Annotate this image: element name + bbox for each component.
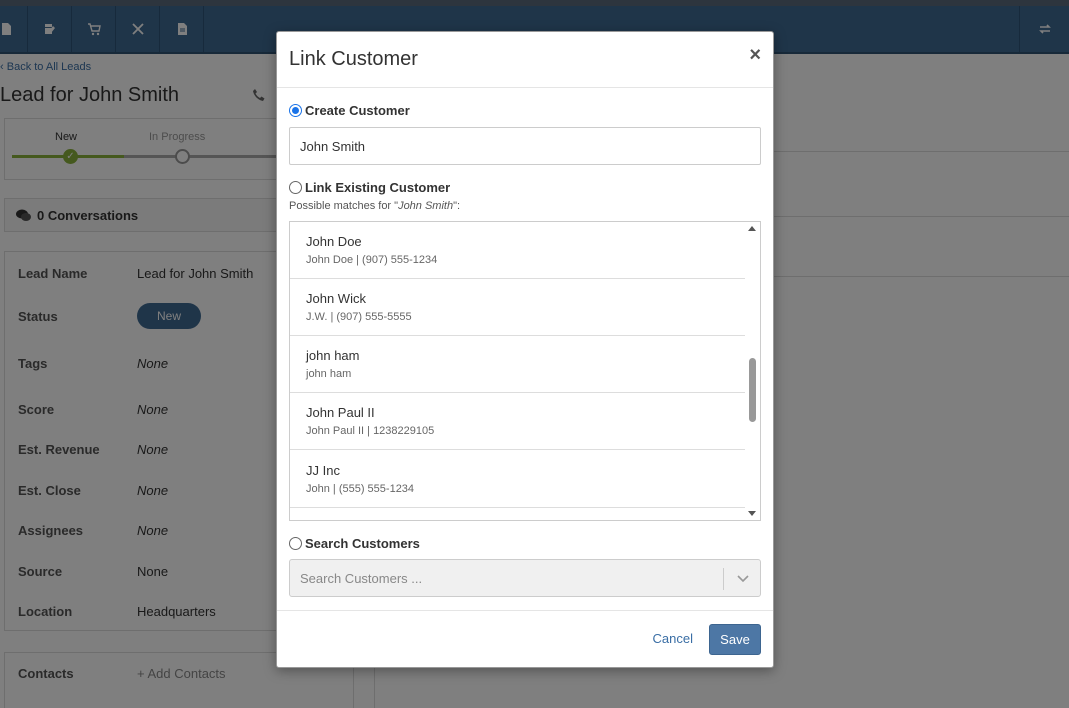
match-detail: john ham: [306, 368, 352, 380]
search-customers-select[interactable]: Search Customers ...: [289, 559, 761, 597]
search-customers-option[interactable]: Search Customers: [289, 536, 420, 551]
list-item[interactable]: John Wick J.W. | (907) 555-5555: [290, 279, 745, 336]
link-existing-option[interactable]: Link Existing Customer: [289, 180, 450, 195]
customer-name-input[interactable]: John Smith: [289, 127, 761, 165]
scroll-up-arrow-icon[interactable]: [748, 226, 756, 231]
search-customers-label: Search Customers: [305, 536, 420, 551]
match-detail: John Doe | (907) 555-1234: [306, 254, 438, 266]
match-detail: John | (555) 555-1234: [306, 483, 415, 495]
modal-footer: Cancel Save: [277, 610, 773, 668]
possible-matches-note: Possible matches for "John Smith":: [289, 200, 460, 212]
matches-suffix: ":: [453, 200, 461, 212]
match-name: john ham: [306, 348, 360, 363]
cancel-button[interactable]: Cancel: [653, 631, 693, 646]
matches-name: John Smith: [398, 200, 454, 212]
match-name: John Paul II: [306, 405, 375, 420]
search-customers-radio[interactable]: [289, 537, 302, 550]
scroll-down-arrow-icon[interactable]: [748, 511, 756, 516]
create-customer-label: Create Customer: [305, 103, 410, 118]
link-existing-label: Link Existing Customer: [305, 180, 451, 195]
close-icon[interactable]: ×: [749, 44, 761, 67]
match-detail: J.W. | (907) 555-5555: [306, 311, 412, 323]
modal-title: Link Customer: [289, 48, 418, 70]
match-name: John Doe: [306, 234, 362, 249]
list-item[interactable]: John Paul II John Paul II | 1238229105: [290, 393, 745, 450]
search-customers-placeholder: Search Customers ...: [300, 571, 423, 586]
list-item[interactable]: John Doe John Doe | (907) 555-1234: [290, 222, 745, 279]
create-customer-option[interactable]: Create Customer: [289, 103, 410, 118]
list-item[interactable]: john ham john ham: [290, 336, 745, 393]
match-detail: John Paul II | 1238229105: [306, 425, 435, 437]
match-name: JJ Inc: [306, 463, 340, 478]
link-customer-modal: Link Customer × Create Customer John Smi…: [276, 31, 774, 668]
link-existing-radio[interactable]: [289, 181, 302, 194]
list-scrollbar[interactable]: [745, 222, 760, 520]
chevron-down-icon[interactable]: [736, 571, 750, 585]
match-name: John Wick: [306, 291, 366, 306]
matches-prefix: Possible matches for ": [289, 200, 399, 212]
modal-header: Link Customer ×: [277, 32, 773, 88]
list-item[interactable]: JJ Inc John | (555) 555-1234: [290, 451, 745, 508]
create-customer-radio[interactable]: [289, 104, 302, 117]
save-button[interactable]: Save: [709, 624, 761, 655]
select-separator: [723, 568, 724, 590]
scroll-thumb[interactable]: [749, 358, 756, 422]
possible-matches-list[interactable]: John Doe John Doe | (907) 555-1234 John …: [289, 221, 761, 521]
